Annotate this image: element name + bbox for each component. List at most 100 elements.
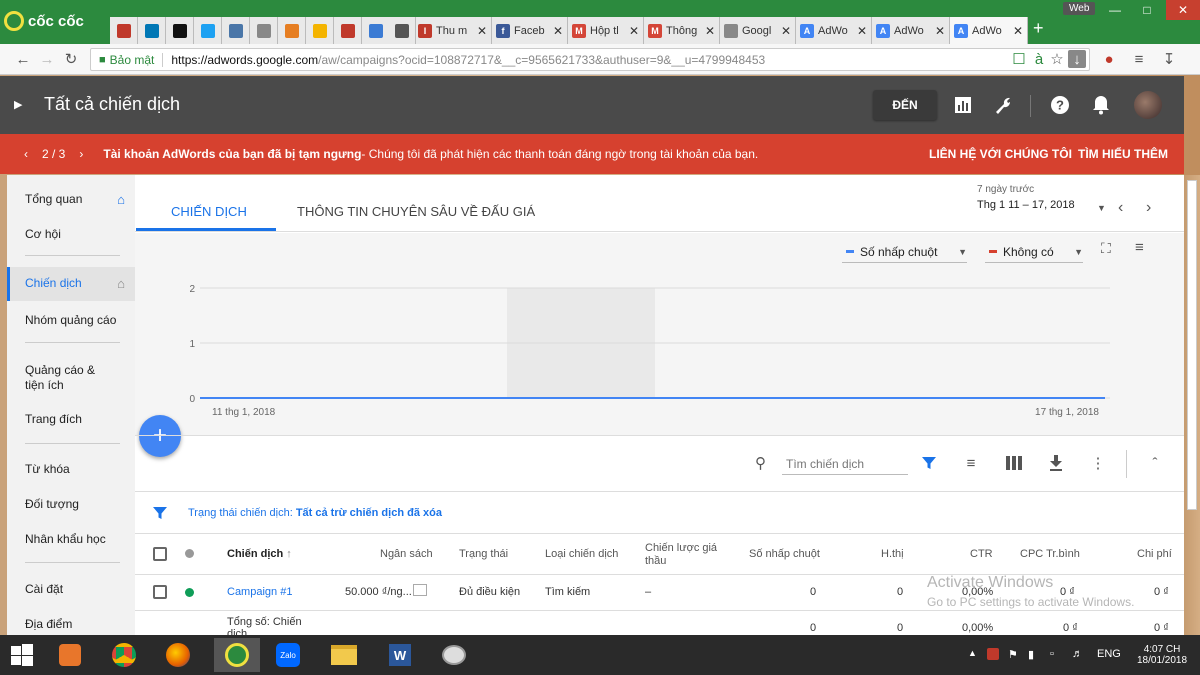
browser-tab[interactable]: Googl ✕ <box>720 17 796 44</box>
account-avatar[interactable] <box>1134 91 1162 119</box>
sidebar-item-opportunities[interactable]: Cơ hội <box>7 227 135 242</box>
metric-selector-none[interactable]: Không có ▼ <box>985 241 1083 263</box>
expand-nav-icon[interactable]: ▶ <box>14 98 22 111</box>
select-all-checkbox[interactable] <box>153 547 167 561</box>
filter-icon[interactable] <box>918 452 940 474</box>
browser-tab[interactable]: I Thu m ✕ <box>414 17 492 44</box>
coccoc-logo[interactable]: cốc cốc <box>4 10 84 32</box>
close-tab-icon[interactable]: ✕ <box>1010 24 1023 38</box>
chart-settings-icon[interactable]: ≡ <box>1135 239 1144 256</box>
power-icon[interactable]: ▮ <box>1028 648 1034 661</box>
col-budget[interactable]: Ngân sách <box>380 548 433 561</box>
close-window-button[interactable]: ✕ <box>1166 0 1200 20</box>
sidebar-item-locations[interactable]: Địa điểm <box>7 617 135 632</box>
col-ctr[interactable]: CTR <box>970 548 993 561</box>
minimize-button[interactable]: — <box>1100 0 1130 20</box>
close-tab-icon[interactable]: ✕ <box>778 24 791 38</box>
col-type[interactable]: Loại chiến dịch <box>545 548 618 561</box>
sidebar-item-settings[interactable]: Cài đặt <box>7 582 135 597</box>
maximize-button[interactable]: □ <box>1132 0 1162 20</box>
show-hidden-icons[interactable]: ▲ <box>968 648 977 658</box>
goto-button[interactable]: ĐẾN <box>873 90 937 120</box>
learn-more-link[interactable]: TÌM HIỂU THÊM <box>1078 147 1168 161</box>
collapse-icon[interactable]: ˆ <box>1144 452 1166 474</box>
forward-icon[interactable]: → <box>38 50 56 68</box>
next-date-icon[interactable]: › <box>1146 199 1151 217</box>
pinterest-icon[interactable]: ● <box>1100 50 1118 68</box>
pinned-tab[interactable] <box>138 17 166 44</box>
download-icon[interactable] <box>1045 452 1067 474</box>
filter-chip[interactable]: Trạng thái chiến dịch: Tất cả trừ chiến … <box>188 507 442 519</box>
close-tab-icon[interactable]: ✕ <box>474 24 487 38</box>
sidebar-item-ads-extensions[interactable]: Quảng cáo & tiện ích <box>7 363 117 393</box>
campaign-search-input[interactable]: Tìm chiến dịch <box>782 455 908 475</box>
start-button[interactable] <box>4 638 40 672</box>
browser-tab[interactable]: f Faceb ✕ <box>492 17 568 44</box>
sidebar-item-demographics[interactable]: Nhân khẩu học <box>7 532 135 547</box>
paint-icon[interactable] <box>432 638 476 672</box>
date-range-picker[interactable]: 7 ngày trước Thg 1 11 – 17, 2018 <box>977 184 1075 211</box>
network-icon[interactable]: ▫ <box>1050 648 1054 660</box>
coccoc-taskbar-icon[interactable] <box>214 638 260 672</box>
scrollbar-thumb[interactable] <box>1187 180 1197 510</box>
file-explorer-icon[interactable] <box>322 638 366 672</box>
word-icon[interactable]: W <box>378 638 422 672</box>
sidebar-item-audiences[interactable]: Đối tượng <box>7 497 135 512</box>
tray-app-icon[interactable] <box>987 648 999 660</box>
prev-alert-icon[interactable]: ‹ <box>24 147 28 161</box>
new-tab-button[interactable]: + <box>1033 18 1044 39</box>
chrome-icon[interactable] <box>106 638 142 672</box>
pinned-tab[interactable] <box>362 17 390 44</box>
enabled-status-dot[interactable] <box>185 588 194 597</box>
fullscreen-icon[interactable]: ⛶ <box>1101 240 1111 257</box>
col-bid-strategy[interactable]: Chiến lược giá thầu <box>645 542 725 568</box>
more-options-icon[interactable]: ⋮ <box>1087 452 1109 474</box>
close-tab-icon[interactable]: ✕ <box>854 24 867 38</box>
sidebar-item-campaigns[interactable]: Chiến dịch ⌂ <box>7 267 135 301</box>
notifications-bell-icon[interactable] <box>1088 92 1114 118</box>
col-status[interactable]: Trạng thái <box>459 548 508 561</box>
menu-icon[interactable]: ≡ <box>1130 50 1148 68</box>
close-tab-icon[interactable]: ✕ <box>626 24 639 38</box>
star-icon[interactable]: ☆ <box>1048 50 1066 68</box>
help-icon[interactable]: ? <box>1047 92 1073 118</box>
campaign-name-link[interactable]: Campaign #1 <box>227 586 292 598</box>
browser-tab[interactable]: A AdWo ✕ <box>872 17 950 44</box>
media-player-icon[interactable] <box>52 638 88 672</box>
sidebar-item-keywords[interactable]: Từ khóa <box>7 462 135 477</box>
back-icon[interactable]: ← <box>14 50 32 68</box>
tab-auction-insights[interactable]: THÔNG TIN CHUYÊN SÂU VỀ ĐẤU GIÁ <box>297 204 535 219</box>
reports-icon[interactable] <box>950 92 976 118</box>
clock[interactable]: 4:07 CH 18/01/2018 <box>1137 644 1187 666</box>
segment-icon[interactable]: ≡ <box>960 452 982 474</box>
pinned-tab[interactable] <box>222 17 250 44</box>
col-clicks[interactable]: Số nhấp chuột <box>749 548 820 561</box>
next-alert-icon[interactable]: › <box>79 147 83 161</box>
sidebar-item-landing-pages[interactable]: Trang đích <box>7 412 135 427</box>
sidebar-item-ad-groups[interactable]: Nhóm quảng cáo <box>7 313 135 328</box>
pinned-tab[interactable] <box>194 17 222 44</box>
url-field[interactable]: ■ Bảo mật https://adwords.google.com/aw/… <box>90 48 1090 71</box>
col-impressions[interactable]: H.thị <box>881 548 904 561</box>
col-campaign[interactable]: Chiến dịch ↑ <box>227 548 292 561</box>
date-dropdown-icon[interactable]: ▼ <box>1097 203 1106 213</box>
pinned-tab[interactable] <box>388 17 416 44</box>
browser-tab[interactable]: M Thông ✕ <box>644 17 720 44</box>
pinned-tab[interactable] <box>110 17 138 44</box>
browser-tab[interactable]: A AdWo ✕ <box>950 17 1028 44</box>
col-avg-cpc[interactable]: CPC Tr.bình <box>1020 548 1080 561</box>
contact-us-link[interactable]: LIÊN HỆ VỚI CHÚNG TÔI <box>929 147 1072 161</box>
budget-chart-icon[interactable] <box>413 584 427 596</box>
browser-tab[interactable]: A AdWo ✕ <box>796 17 872 44</box>
download-ext-icon[interactable]: ↓ <box>1068 50 1086 68</box>
col-cost[interactable]: Chi phí <box>1137 548 1172 561</box>
pinned-tab[interactable] <box>166 17 194 44</box>
language-indicator[interactable]: ENG <box>1097 648 1121 660</box>
close-tab-icon[interactable]: ✕ <box>550 24 563 38</box>
row-checkbox[interactable] <box>153 585 167 599</box>
tab-campaigns[interactable]: CHIẾN DỊCH <box>171 204 247 219</box>
reload-icon[interactable]: ↻ <box>62 50 80 68</box>
pinned-tab[interactable] <box>334 17 362 44</box>
add-campaign-button[interactable]: + <box>139 415 181 457</box>
close-tab-icon[interactable]: ✕ <box>932 24 945 38</box>
